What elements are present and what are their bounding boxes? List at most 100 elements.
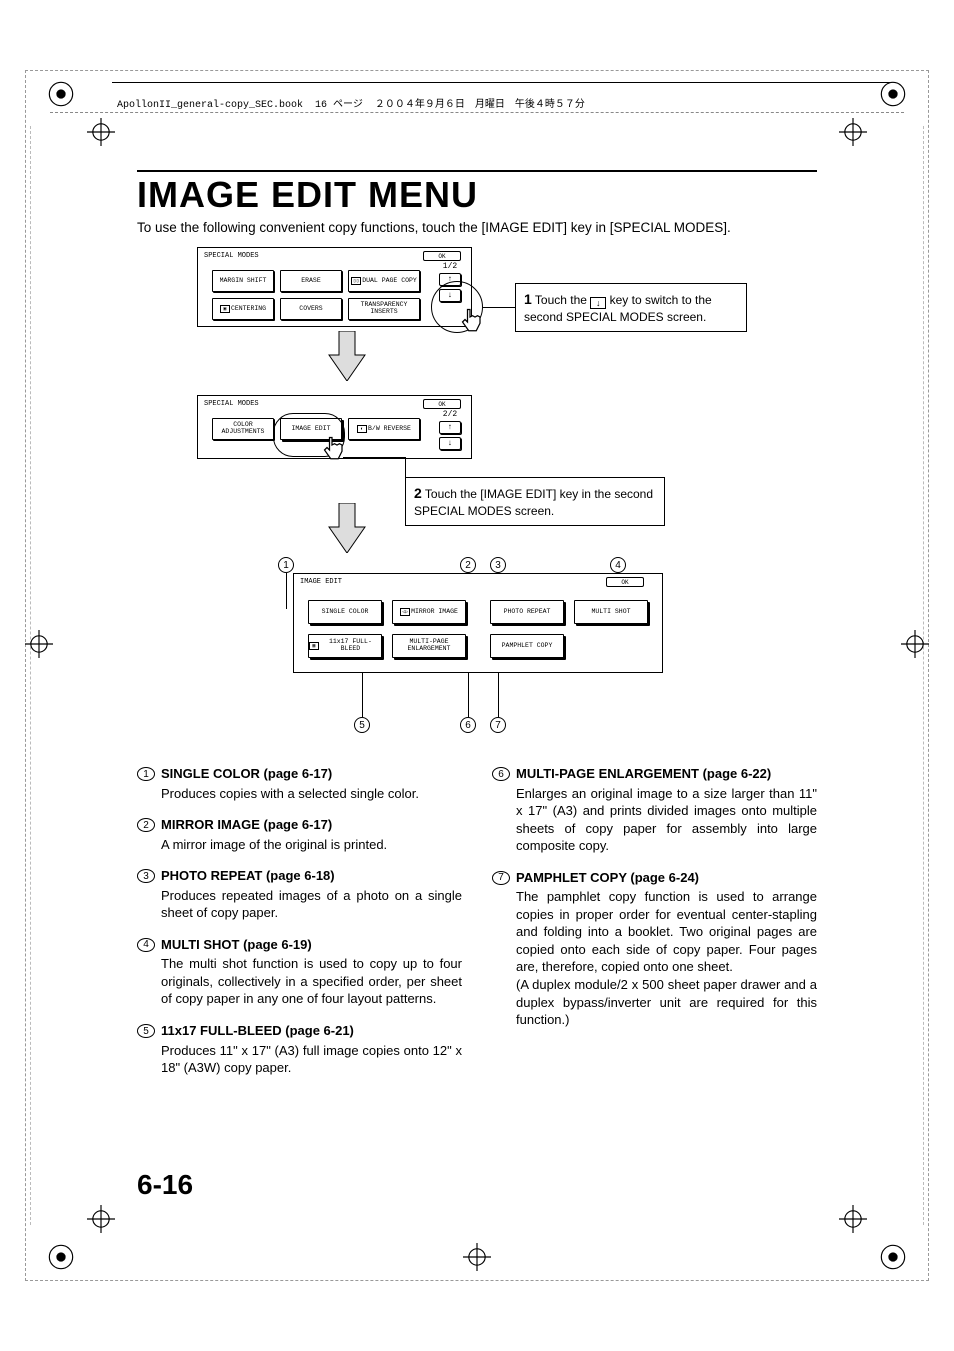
item-body: The multi shot function is used to copy …: [161, 956, 462, 1006]
item-4: 4 MULTI SHOT (page 6-19) The multi shot fu…: [137, 936, 462, 1008]
btn-11x17-full-bleed[interactable]: ▦11x17 FULL-BLEED: [308, 634, 382, 658]
item-3: 3 PHOTO REPEAT (page 6-18) Produces repeat…: [137, 867, 462, 922]
ok-button[interactable]: OK: [423, 251, 461, 261]
lead-line: [286, 573, 287, 609]
callout-num: 2: [414, 485, 422, 501]
marker-3: 3: [490, 557, 506, 573]
crosshair-icon: [87, 118, 115, 146]
lead-line: [483, 307, 515, 308]
item-6: 6 MULTI-PAGE ENLARGEMENT (page 6-22) Enlar…: [492, 765, 817, 855]
left-col: 1 SINGLE COLOR (page 6-17) Produces copies…: [137, 765, 462, 1091]
lead-line: [498, 673, 499, 717]
item-body: Produces repeated images of a photo on a…: [161, 888, 462, 921]
lead-line: [468, 673, 469, 717]
down-key-icon: ↓: [590, 297, 606, 309]
item-title: PHOTO REPEAT (page 6-18): [161, 867, 462, 885]
item-1: 1 SINGLE COLOR (page 6-17) Produces copies…: [137, 765, 462, 802]
crosshair-icon: [87, 1205, 115, 1233]
marker-5: 5: [354, 717, 370, 733]
btn-color-adjustments[interactable]: COLOR ADJUSTMENTS: [212, 418, 274, 440]
marker-7: 7: [490, 717, 506, 733]
columns: 1 SINGLE COLOR (page 6-17) Produces copies…: [137, 765, 817, 1091]
callout-num: 1: [524, 291, 532, 307]
up-arrow-button[interactable]: ↑: [439, 421, 461, 434]
btn-erase[interactable]: ERASE: [280, 270, 342, 292]
btn-photo-repeat[interactable]: PHOTO REPEAT: [490, 600, 564, 624]
page-title: IMAGE EDIT MENU: [137, 170, 817, 216]
touch-finger-icon: [317, 435, 347, 465]
panel-special-modes-1: SPECIAL MODES OK MARGIN SHIFT ERASE ▯▯DU…: [197, 247, 472, 327]
item-num: 4: [137, 938, 155, 952]
item-num: 5: [137, 1024, 155, 1038]
callout-text: Touch the: [535, 293, 590, 307]
ok-button[interactable]: OK: [423, 399, 461, 409]
panel-title: SPECIAL MODES: [204, 252, 259, 260]
touch-finger-icon: [455, 307, 485, 337]
marker-6: 6: [460, 717, 476, 733]
item-num: 1: [137, 767, 155, 781]
item-title: 11x17 FULL-BLEED (page 6-21): [161, 1022, 462, 1040]
btn-dual-page-copy[interactable]: ▯▯DUAL PAGE COPY: [348, 270, 420, 292]
mirror-icon: ◁▷: [400, 608, 410, 616]
crosshair-icon: [463, 1243, 491, 1271]
crosshair-icon: [901, 630, 929, 658]
btn-centering[interactable]: ▣CENTERING: [212, 298, 274, 320]
item-num: 6: [492, 767, 510, 781]
panel-title: IMAGE EDIT: [300, 578, 342, 586]
panel-title: SPECIAL MODES: [204, 400, 259, 408]
down-arrow-button[interactable]: ↓: [439, 437, 461, 450]
lead-line: [362, 673, 363, 717]
callout-1: 1 Touch the ↓ key to switch to the secon…: [515, 283, 747, 332]
reg-mark-icon: [47, 1243, 75, 1271]
page-number: 6-16: [137, 1169, 193, 1201]
btn-bw-reverse[interactable]: ◐B/W REVERSE: [348, 418, 420, 440]
reg-mark-icon: [47, 80, 75, 108]
item-body: Enlarges an original image to a size lar…: [516, 786, 817, 854]
big-down-arrow-icon: [327, 503, 367, 553]
centering-icon: ▣: [220, 305, 230, 313]
btn-pamphlet-copy[interactable]: PAMPHLET COPY: [490, 634, 564, 658]
btn-covers[interactable]: COVERS: [280, 298, 342, 320]
dual-page-icon: ▯▯: [351, 277, 361, 285]
btn-margin-shift[interactable]: MARGIN SHIFT: [212, 270, 274, 292]
item-title: MULTI-PAGE ENLARGEMENT (page 6-22): [516, 765, 817, 783]
item-num: 7: [492, 871, 510, 885]
crosshair-icon: [839, 1205, 867, 1233]
item-title: SINGLE COLOR (page 6-17): [161, 765, 462, 783]
btn-multi-shot[interactable]: MULTI SHOT: [574, 600, 648, 624]
crosshair-icon: [25, 630, 53, 658]
item-num: 3: [137, 869, 155, 883]
callout-2: 2 Touch the [IMAGE EDIT] key in the seco…: [405, 477, 665, 526]
marker-2: 2: [460, 557, 476, 573]
right-col: 6 MULTI-PAGE ENLARGEMENT (page 6-22) Enlar…: [492, 765, 817, 1091]
item-body: A mirror image of the original is printe…: [161, 837, 387, 852]
item-body: The pamphlet copy function is used to ar…: [516, 889, 817, 1027]
item-title: MULTI SHOT (page 6-19): [161, 936, 462, 954]
lead-line: [343, 457, 405, 458]
reg-mark-icon: [879, 1243, 907, 1271]
page-fraction: 2/2: [439, 410, 461, 419]
item-body: Produces 11" x 17" (A3) full image copie…: [161, 1043, 462, 1076]
content: IMAGE EDIT MENU To use the following con…: [137, 170, 817, 1091]
page-fraction: 1/2: [439, 262, 461, 271]
panel-image-edit: IMAGE EDIT OK SINGLE COLOR ◁▷MIRROR IMAG…: [293, 573, 663, 673]
ok-button[interactable]: OK: [606, 577, 644, 587]
btn-transparency-inserts[interactable]: TRANSPARENCY INSERTS: [348, 298, 420, 320]
callout-text: Touch the [IMAGE EDIT] key in the second…: [414, 487, 653, 518]
crosshair-icon: [839, 118, 867, 146]
header-rule: [112, 82, 890, 83]
item-title: PAMPHLET COPY (page 6-24): [516, 869, 817, 887]
btn-mirror-image[interactable]: ◁▷MIRROR IMAGE: [392, 600, 466, 624]
header-line: ApollonII_general-copy_SEC.book 16 ページ ２…: [117, 95, 585, 111]
reg-mark-icon: [879, 80, 907, 108]
nav-col: 2/2 ↑ ↓: [439, 410, 461, 453]
bw-reverse-icon: ◐: [357, 425, 367, 433]
diagram: SPECIAL MODES OK MARGIN SHIFT ERASE ▯▯DU…: [137, 247, 817, 747]
header-rule-inner: [50, 112, 904, 113]
btn-single-color[interactable]: SINGLE COLOR: [308, 600, 382, 624]
full-bleed-icon: ▦: [309, 642, 319, 650]
item-body: Produces copies with a selected single c…: [161, 786, 419, 801]
btn-multi-page-enlargement[interactable]: MULTI-PAGE ENLARGEMENT: [392, 634, 466, 658]
intro-text: To use the following convenient copy fun…: [137, 220, 817, 235]
item-2: 2MIRROR IMAGE (page 6-17)A mirror image …: [137, 816, 462, 853]
